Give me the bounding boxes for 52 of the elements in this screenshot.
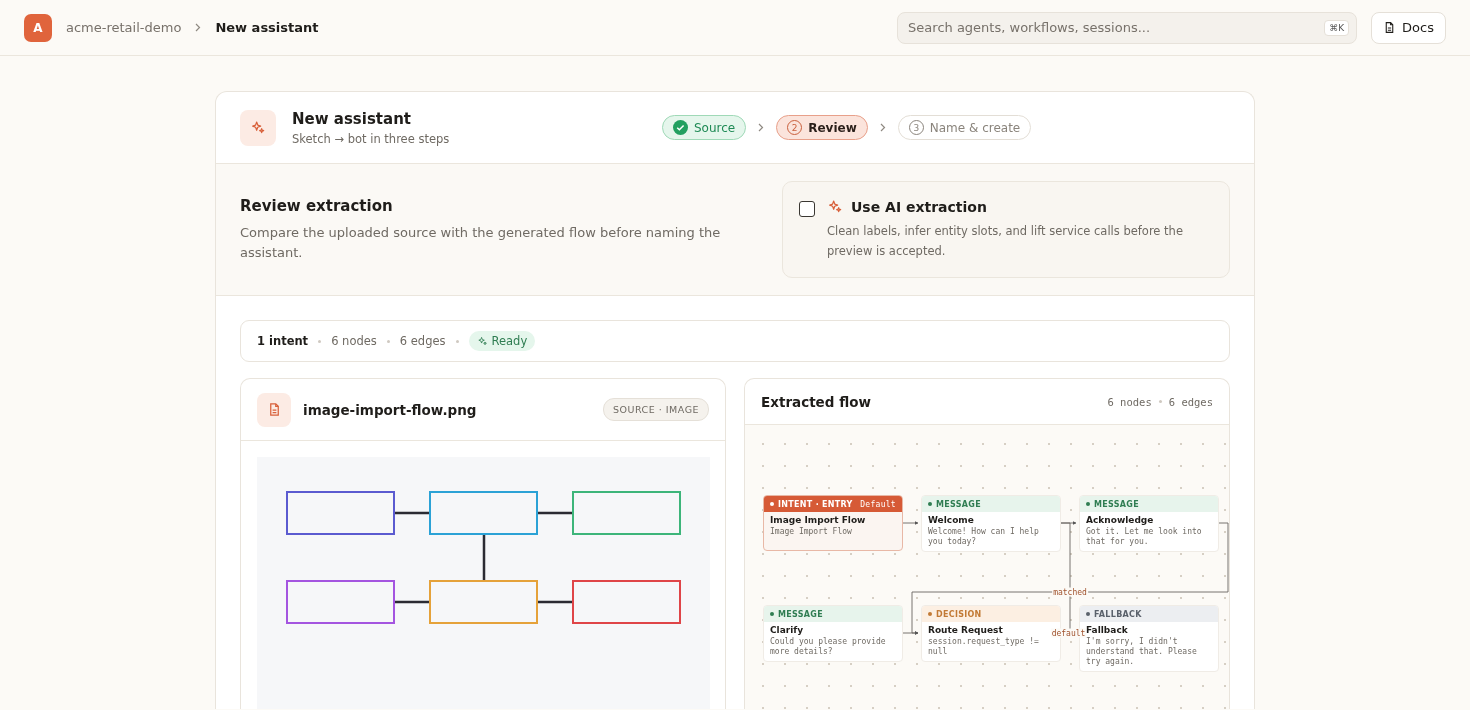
step-pill[interactable]: 3 Name & create <box>897 115 1032 140</box>
wizard-subtitle: Sketch → bot in three steps <box>292 131 451 146</box>
panel-title: Extracted flow <box>761 393 871 410</box>
status-pill: Ready <box>468 331 536 351</box>
chevron-icon <box>195 23 202 32</box>
flow-node[interactable]: INTENT · ENTRY Default Image Import Flow Image Import Flow <box>763 495 903 551</box>
node-type-label: FALLBACK <box>1094 609 1142 619</box>
breadcrumb-link[interactable]: New assistant <box>215 20 319 35</box>
flow-meta: 6 nodes <box>1107 395 1152 408</box>
wizard-title: New assistant <box>292 109 412 128</box>
node-text: Could you please provide more details? <box>769 636 887 657</box>
edge-label: matched <box>1052 587 1088 597</box>
node-title: Welcome <box>927 514 975 525</box>
chevron-icon <box>758 123 765 132</box>
stat-text: 6 nodes <box>331 334 377 348</box>
stat-text: 1 intent <box>257 334 309 348</box>
flow-node[interactable]: MESSAGE Welcome Welcome! How can I help you today? <box>921 495 1061 552</box>
section-title: Review extraction <box>240 196 394 215</box>
node-type-label: DECISION <box>936 609 982 619</box>
edge-label: default <box>1050 628 1087 638</box>
node-text: Got it. Let me look into that for you. <box>1085 526 1203 547</box>
node-text: I'm sorry, I didn't understand that. Please try again. <box>1085 636 1198 667</box>
step-pill[interactable]: Source <box>662 115 747 140</box>
node-type-label: MESSAGE <box>778 609 823 619</box>
node-title: Acknowledge <box>1085 514 1155 525</box>
node-title: Image Import Flow <box>769 514 867 525</box>
section-description: Compare the uploaded source with the generated flow before naming the assistant. <box>240 223 722 262</box>
node-type-label: INTENT · ENTRY <box>778 499 853 509</box>
flow-meta: 6 edges <box>1168 395 1213 408</box>
flow-node[interactable]: MESSAGE Clarify Could you please provide more details? <box>763 605 903 662</box>
option-label: Use AI extraction <box>851 199 987 215</box>
flow-node[interactable]: MESSAGE Acknowledge Got it. Let me look into that for you. <box>1079 495 1219 552</box>
node-tag-label: Default <box>860 499 896 509</box>
sparkle-icon <box>250 119 266 136</box>
node-text: Image Import Flow <box>769 526 853 537</box>
check-circle-icon <box>673 120 688 135</box>
node-type-label: MESSAGE <box>1094 499 1139 509</box>
source-tag: SOURCE · IMAGE <box>603 398 709 421</box>
step-pill[interactable]: 2 Review <box>776 115 868 140</box>
docs-button[interactable]: Docs <box>1371 11 1446 44</box>
checkbox[interactable] <box>799 201 815 217</box>
stat-text: 6 edges <box>399 334 446 348</box>
option-description: Clean labels, infer entity slots, and lift service calls before the preview is accepted. <box>827 223 1184 260</box>
sparkle-icon <box>476 335 488 347</box>
file-name: image-import-flow.png <box>303 401 477 418</box>
node-text: session.request_type != null <box>927 636 1040 657</box>
node-text: Welcome! How can I help you today? <box>927 526 1040 547</box>
breadcrumb-link[interactable]: acme-retail-demo <box>66 20 182 35</box>
chevron-icon <box>879 123 886 132</box>
sparkle-icon <box>827 199 843 215</box>
node-type-label: MESSAGE <box>936 499 981 509</box>
node-title: Clarify <box>769 624 805 635</box>
